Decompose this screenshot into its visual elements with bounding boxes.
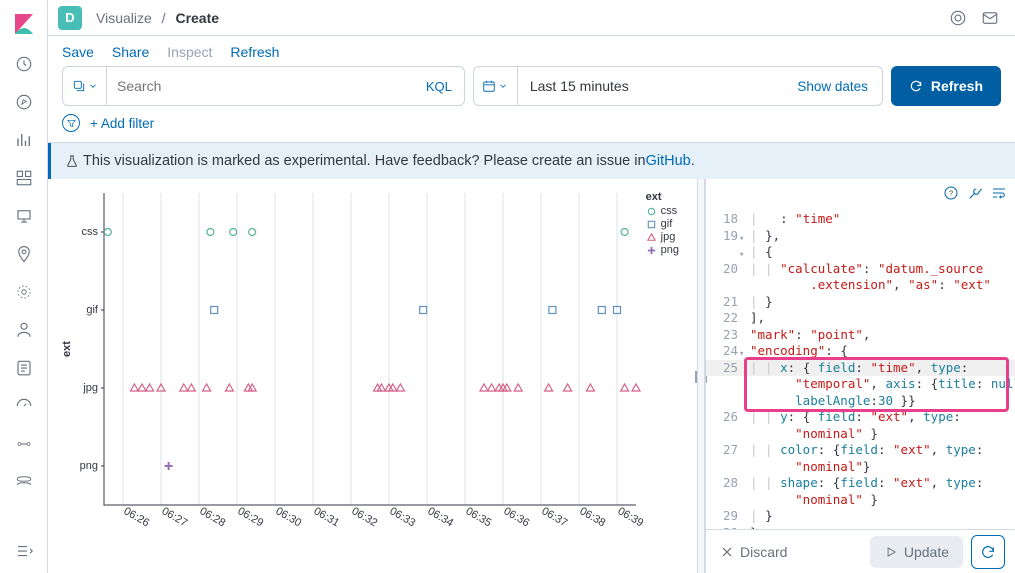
top-header: D Visualize / Create [48,0,1015,36]
code-editor-panel: ? 18| : "time"19▾| },▾| {20| | "calculat… [705,179,1015,573]
svg-text:css: css [82,226,99,238]
svg-text:?: ? [949,189,953,198]
refresh-icon [909,79,923,93]
wrench-icon[interactable] [967,185,983,201]
canvas-icon[interactable] [14,206,34,226]
beaker-icon [65,154,79,168]
refresh-button[interactable]: Refresh [891,66,1001,106]
save-link[interactable]: Save [62,44,94,60]
svg-text:06:36: 06:36 [502,505,532,529]
experimental-callout: This visualization is marked as experime… [48,143,1015,179]
breadcrumb: Visualize / Create [96,10,219,26]
discard-button[interactable]: Discard [720,544,787,560]
saved-query-toggle[interactable] [63,67,107,105]
svg-text:06:31: 06:31 [312,505,342,529]
svg-text:06:39: 06:39 [616,505,646,529]
legend-item[interactable]: jpg [646,231,679,243]
refresh-icon [980,544,996,560]
svg-text:06:33: 06:33 [388,505,418,529]
help-icon[interactable]: ? [943,185,959,201]
refresh-link[interactable]: Refresh [230,44,279,60]
svg-text:06:35: 06:35 [464,505,494,529]
legend-item[interactable]: png [646,244,679,256]
show-dates-link[interactable]: Show dates [783,67,882,105]
svg-text:06:30: 06:30 [274,505,304,529]
svg-text:06:28: 06:28 [198,505,228,529]
search-input[interactable] [117,78,404,94]
visualize-menu: Save Share Inspect Refresh [48,36,1015,66]
svg-text:06:32: 06:32 [350,505,380,529]
breadcrumb-root[interactable]: Visualize [96,10,152,26]
visualization-panel: 06:26 06:27 06:28 06:29 06:30 06:31 06:32 06:33… [48,179,697,573]
apm-icon[interactable] [14,396,34,416]
legend-item[interactable]: gif [646,218,679,230]
filter-bar: + Add filter [48,114,1015,143]
ml-icon[interactable] [14,282,34,302]
close-icon [720,545,734,559]
query-bar: KQL Last 15 minutes Show dates Refresh [48,66,1015,114]
callout-text: This visualization is marked as experime… [83,153,646,169]
date-quick-select[interactable] [474,67,518,105]
infra-icon[interactable] [14,320,34,340]
kql-toggle[interactable]: KQL [414,67,464,105]
breadcrumb-current: Create [175,10,219,26]
newsfeed-icon[interactable] [949,9,967,27]
play-icon [884,545,898,559]
reload-button[interactable] [971,535,1005,569]
side-navigation [0,0,48,573]
svg-text:06:37: 06:37 [540,505,570,529]
add-filter-link[interactable]: + Add filter [90,116,154,131]
github-link[interactable]: GitHub [646,153,691,169]
svg-text:png: png [80,460,98,472]
recent-icon[interactable] [14,54,34,74]
svg-text:06:27: 06:27 [160,505,190,529]
svg-text:gif: gif [86,304,99,316]
chart-legend: ext cssgifjpgpng [646,191,679,257]
logs-icon[interactable] [14,358,34,378]
calendar-icon [482,79,496,93]
dashboard-icon[interactable] [14,168,34,188]
update-button[interactable]: Update [870,536,963,568]
maps-icon[interactable] [14,244,34,264]
visualize-icon[interactable] [14,130,34,150]
chart: 06:26 06:27 06:28 06:29 06:30 06:31 06:32 06:33… [56,185,686,540]
svg-text:jpg: jpg [82,382,98,394]
siem-icon[interactable] [14,472,34,492]
svg-text:06:29: 06:29 [236,505,266,529]
share-link[interactable]: Share [112,44,149,60]
chevron-down-icon [88,81,98,91]
filter-icon[interactable] [62,114,80,132]
inspect-link: Inspect [167,44,212,60]
svg-text:ext: ext [61,341,73,357]
wrap-icon[interactable] [991,185,1007,201]
time-range-display[interactable]: Last 15 minutes [518,67,783,105]
legend-item[interactable]: css [646,205,679,217]
kibana-logo [12,12,36,36]
resize-handle[interactable]: ❙❙ [697,179,705,573]
svg-text:06:38: 06:38 [578,505,608,529]
svg-text:06:26: 06:26 [122,505,152,529]
expand-nav-icon[interactable] [14,541,34,561]
space-avatar[interactable]: D [58,6,82,30]
chevron-down-icon [498,81,508,91]
code-editor[interactable]: 18| : "time"19▾| },▾| {20| | "calculate"… [706,207,1015,529]
svg-text:06:34: 06:34 [426,505,456,529]
uptime-icon[interactable] [14,434,34,454]
discover-icon[interactable] [14,92,34,112]
legend-title: ext [646,191,679,203]
mail-icon[interactable] [981,9,999,27]
